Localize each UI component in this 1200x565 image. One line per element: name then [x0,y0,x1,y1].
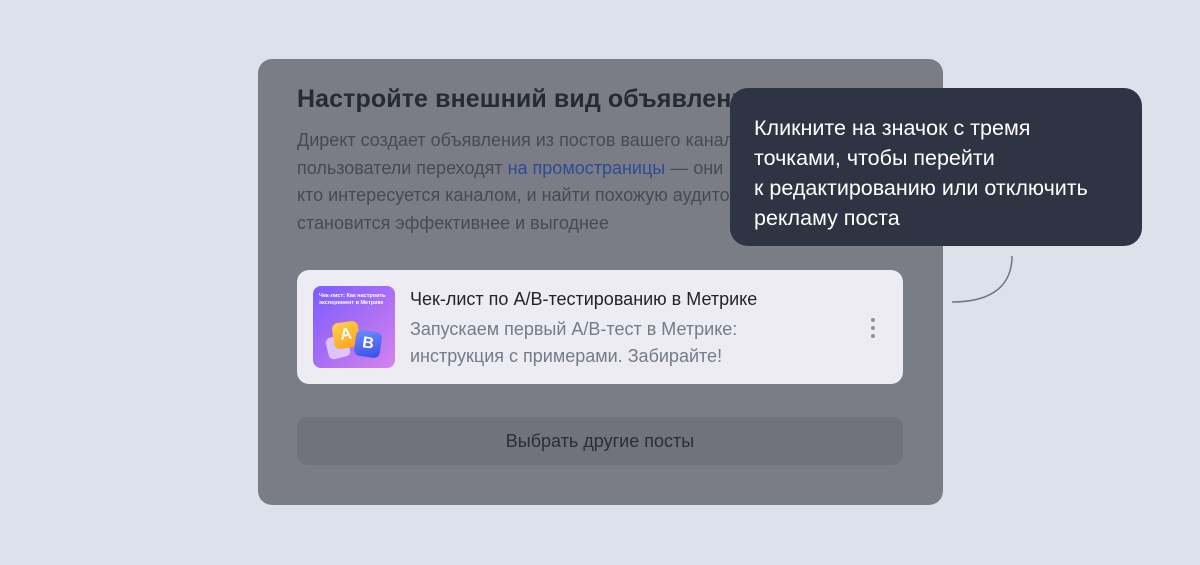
card-title: Настройте внешний вид объявлений [297,85,742,113]
tooltip-text: Кликните на значок с тремя точками, чтоб… [754,113,1124,233]
post-text-line: инструкция с примерами. Забирайте! [410,346,723,366]
tooltip-pointer-line [951,255,1013,303]
tooltip-line: рекламу поста [754,206,900,230]
post-text-line: Запускаем первый A/B-тест в Метрике: [410,319,738,339]
promo-pages-link[interactable]: на промостраницы [508,158,666,178]
description-line: Директ создает объявления из постов ваше… [297,130,737,150]
tooltip-line: точками, чтобы перейти [754,146,995,170]
hint-tooltip: Кликните на значок с тремя точками, чтоб… [730,88,1142,246]
tooltip-line: к редактированию или отключить [754,176,1088,200]
post-text: Запускаем первый A/B-тест в Метрике: инс… [410,316,810,370]
thumbnail-caption: Чек-лист: Как настроить эксперимент в Ме… [319,293,386,306]
post-preview[interactable]: Чек-лист: Как настроить эксперимент в Ме… [297,270,903,384]
more-options-icon[interactable] [863,316,883,340]
post-thumbnail: Чек-лист: Как настроить эксперимент в Ме… [313,286,395,368]
description-line: становится эффективнее и выгоднее [297,212,609,233]
card-description: Директ создает объявления из постов ваше… [297,127,737,237]
description-line: кто интересуется каналом, и найти похожу… [297,185,737,205]
select-other-posts-button[interactable]: Выбрать другие посты [297,417,903,465]
description-line: пользователи переходят на промостраницы … [297,157,724,178]
tooltip-line: Кликните на значок с тремя [754,116,1031,140]
tile-b-icon: B [353,329,383,359]
post-title: Чек-лист по A/B-тестированию в Метрике [410,289,758,309]
